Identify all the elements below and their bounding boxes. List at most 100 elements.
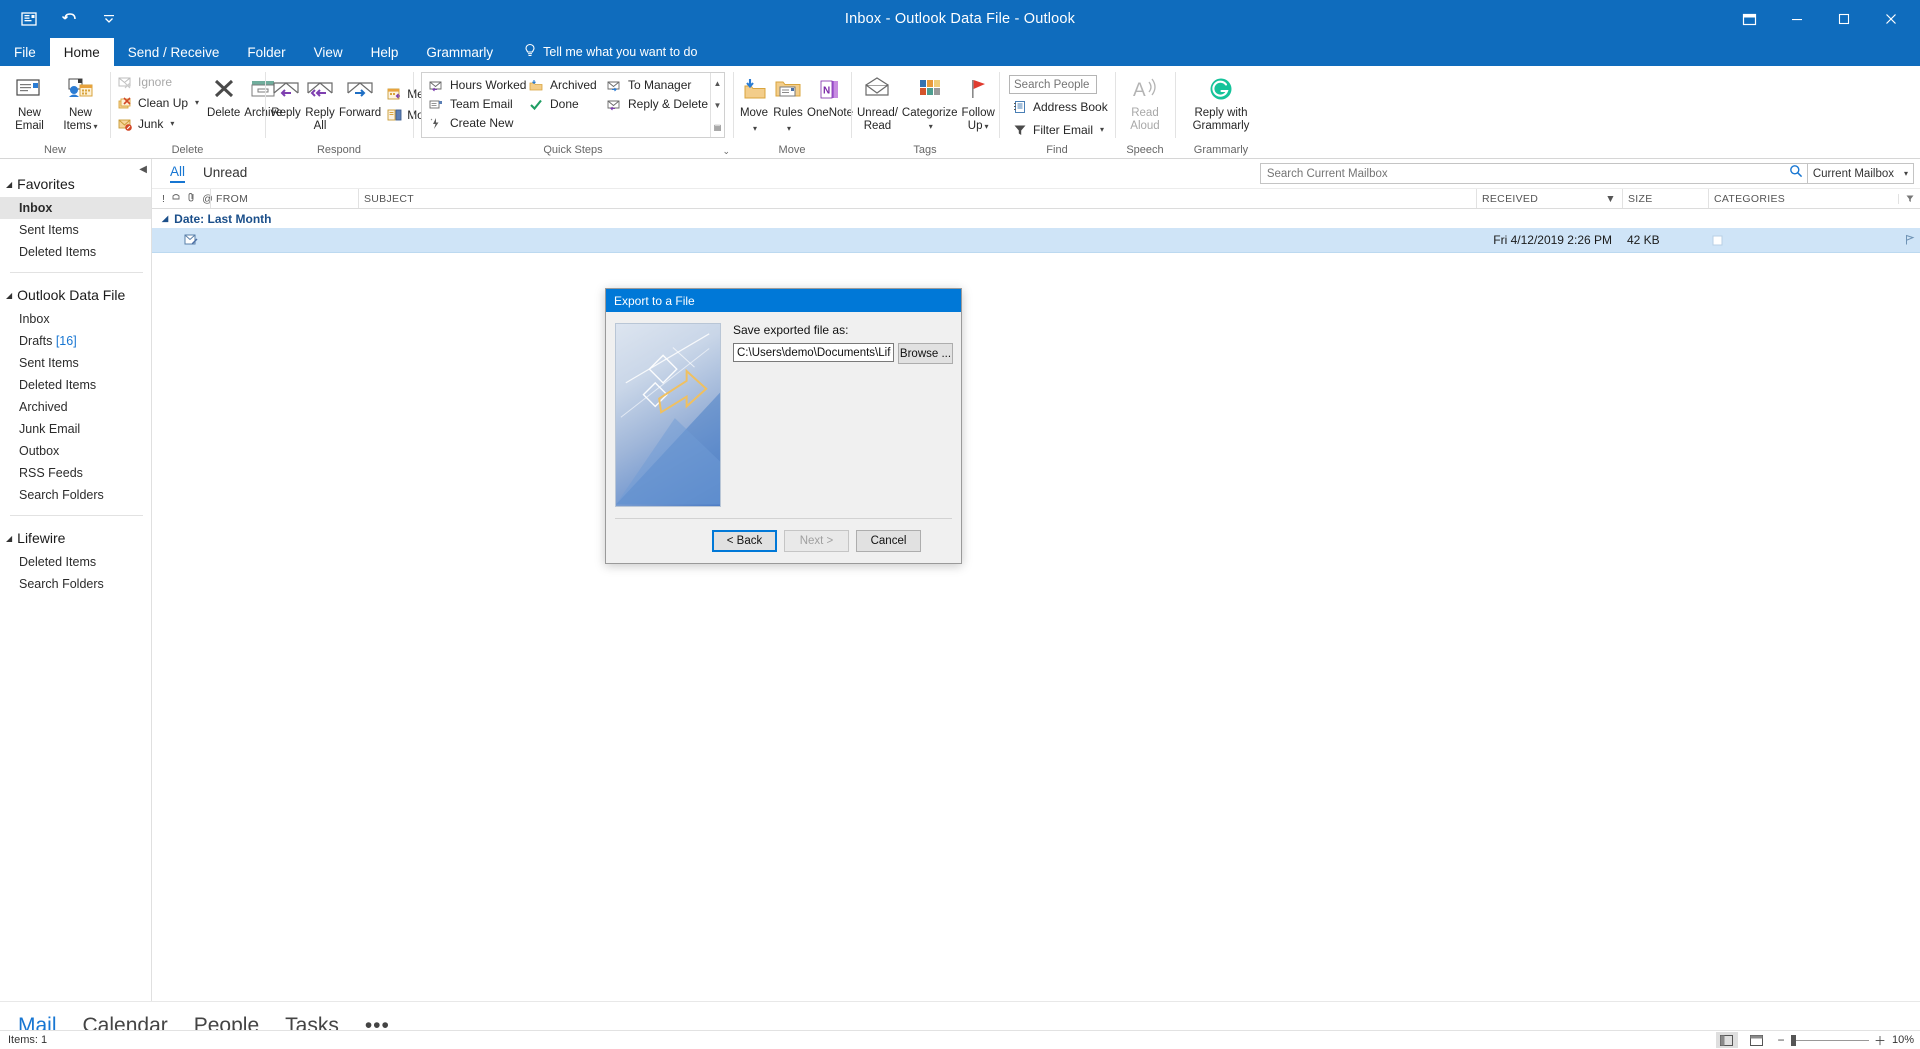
quick-step-done[interactable]: Done	[524, 95, 602, 114]
zoom-in-button[interactable]: ＋	[1874, 1032, 1886, 1049]
browse-button[interactable]: Browse ...	[898, 343, 953, 364]
quick-step-create-new[interactable]: Create New	[424, 114, 524, 133]
sidebar-item-odf-sent-items[interactable]: Sent Items	[0, 352, 151, 374]
filter-email-button[interactable]: Filter Email ▾	[1009, 120, 1114, 140]
folder-section-outlook-data-file[interactable]: ◢ Outlook Data File	[0, 282, 151, 308]
filter-all[interactable]: All	[170, 164, 186, 183]
save-icon[interactable]	[16, 6, 42, 32]
row-flag-icon[interactable]	[1898, 234, 1920, 246]
ignore-button[interactable]: Ignore	[114, 72, 205, 92]
delete-label: Delete	[207, 107, 241, 119]
search-box[interactable]	[1259, 163, 1808, 184]
column-header-received[interactable]: RECEIVED ▼	[1476, 189, 1622, 208]
reply-with-grammarly-button[interactable]: Reply with Grammarly	[1180, 70, 1262, 136]
unread-read-button[interactable]: Unread/ Read	[855, 70, 900, 136]
search-input[interactable]	[1266, 167, 1789, 180]
quick-steps-dialog-launcher[interactable]: ⌄	[722, 146, 730, 157]
new-items-button[interactable]: New Items ▾	[55, 70, 106, 136]
tab-file[interactable]: File	[0, 38, 50, 66]
sidebar-item-odf-deleted-items[interactable]: Deleted Items	[0, 374, 151, 396]
normal-view-button[interactable]	[1715, 1032, 1738, 1048]
follow-up-button[interactable]: Follow Up ▾	[960, 70, 997, 136]
reply-button[interactable]: Reply	[269, 70, 303, 123]
address-book-button[interactable]: Address Book	[1009, 97, 1114, 117]
zoom-out-button[interactable]: −	[1776, 1033, 1786, 1047]
zoom-slider[interactable]: − ＋	[1776, 1032, 1886, 1049]
rules-button[interactable]: Rules ▾	[771, 70, 805, 138]
undo-icon[interactable]	[56, 6, 82, 32]
new-email-button[interactable]: New Email	[4, 70, 55, 136]
sidebar-item-odf-drafts[interactable]: Drafts [16]	[0, 330, 151, 352]
attachment-icon[interactable]	[187, 192, 196, 205]
importance-icon[interactable]: !	[162, 193, 165, 205]
message-group-header[interactable]: ◢ Date: Last Month	[152, 209, 1920, 228]
zoom-track[interactable]	[1790, 1034, 1869, 1046]
tab-grammarly[interactable]: Grammarly	[412, 38, 507, 66]
close-button[interactable]	[1867, 0, 1914, 38]
forward-button[interactable]: Forward	[337, 70, 383, 123]
column-header-size[interactable]: SIZE	[1622, 189, 1708, 208]
junk-button[interactable]: Junk ▾	[114, 114, 205, 134]
reading-view-button[interactable]	[1746, 1032, 1768, 1048]
column-header-flag[interactable]	[1898, 193, 1920, 204]
quick-step-to-manager[interactable]: To Manager	[602, 76, 708, 95]
column-header-subject[interactable]: SUBJECT	[358, 189, 1476, 208]
folder-section-lifewire[interactable]: ◢ Lifewire	[0, 525, 151, 551]
collapse-folder-pane-icon[interactable]: ◀	[139, 164, 147, 175]
customize-qat-icon[interactable]	[96, 6, 122, 32]
table-row[interactable]: Fri 4/12/2019 2:26 PM 42 KB	[152, 228, 1920, 253]
search-icon[interactable]	[1789, 164, 1803, 183]
sidebar-item-odf-inbox[interactable]: Inbox	[0, 308, 151, 330]
export-file-path-input[interactable]	[733, 343, 894, 362]
sidebar-item-odf-rss-feeds[interactable]: RSS Feeds	[0, 462, 151, 484]
sidebar-item-favorites-sent-items[interactable]: Sent Items	[0, 219, 151, 241]
move-button[interactable]: Move ▾	[737, 70, 771, 138]
onenote-button[interactable]: N OneNote	[805, 70, 855, 123]
dialog-title: Export to a File	[614, 293, 695, 308]
column-header-from[interactable]: FROM	[210, 189, 358, 208]
cancel-button[interactable]: Cancel	[856, 530, 921, 552]
quick-step-archived[interactable]: Archived	[524, 76, 602, 95]
maximize-button[interactable]	[1820, 0, 1867, 38]
read-aloud-button[interactable]: A Read Aloud	[1119, 70, 1171, 136]
sidebar-item-odf-outbox[interactable]: Outbox	[0, 440, 151, 462]
reply-all-button[interactable]: Reply All	[303, 70, 337, 136]
quick-step-team-email[interactable]: Team Email	[424, 95, 524, 114]
sidebar-item-odf-junk-email[interactable]: Junk Email	[0, 418, 151, 440]
zoom-thumb[interactable]	[1790, 1034, 1796, 1046]
rules-label: Rules	[773, 107, 803, 119]
folder-section-favorites[interactable]: ◢ Favorites	[0, 171, 151, 197]
filter-unread[interactable]: Unread	[203, 165, 247, 182]
quick-steps-expand-icon[interactable]: ▤	[711, 117, 724, 137]
tab-home[interactable]: Home	[49, 38, 114, 66]
minimize-button[interactable]	[1773, 0, 1820, 38]
search-people-input[interactable]	[1009, 75, 1097, 94]
quick-step-hours-worked[interactable]: Hours Worked	[424, 76, 526, 95]
categorize-button[interactable]: Categorize ▾	[900, 70, 960, 136]
tab-help[interactable]: Help	[357, 38, 413, 66]
row-categories[interactable]	[1708, 235, 1898, 246]
ribbon-display-options-icon[interactable]	[1726, 0, 1773, 38]
quick-steps-scrollbar[interactable]: ▲ ▼ ▤	[710, 73, 724, 137]
tab-folder[interactable]: Folder	[233, 38, 299, 66]
sidebar-item-odf-archived[interactable]: Archived	[0, 396, 151, 418]
sidebar-item-lifewire-search-folders[interactable]: Search Folders	[0, 573, 151, 595]
sidebar-item-favorites-inbox[interactable]: Inbox	[0, 197, 151, 219]
quick-step-reply-and-delete[interactable]: Reply & Delete	[602, 95, 708, 114]
quick-steps-scroll-down-icon[interactable]: ▼	[711, 95, 724, 115]
sidebar-item-odf-search-folders[interactable]: Search Folders	[0, 484, 151, 506]
sidebar-item-lifewire-deleted-items[interactable]: Deleted Items	[0, 551, 151, 573]
column-header-categories[interactable]: CATEGORIES	[1708, 189, 1898, 208]
clean-up-button[interactable]: Clean Up ▾	[114, 93, 205, 113]
tab-view[interactable]: View	[300, 38, 357, 66]
reminder-icon[interactable]	[171, 192, 181, 205]
next-button[interactable]: Next >	[784, 530, 849, 552]
back-button[interactable]: < Back	[712, 530, 777, 552]
delete-button[interactable]: Delete	[205, 70, 242, 123]
tab-send-receive[interactable]: Send / Receive	[114, 38, 234, 66]
sidebar-item-favorites-deleted-items[interactable]: Deleted Items	[0, 241, 151, 263]
quick-steps-scroll-up-icon[interactable]: ▲	[711, 73, 724, 93]
tell-me-search[interactable]: Tell me what you want to do	[507, 38, 697, 66]
search-scope-dropdown[interactable]: Current Mailbox ▾	[1807, 163, 1914, 184]
done-check-icon	[528, 97, 544, 113]
